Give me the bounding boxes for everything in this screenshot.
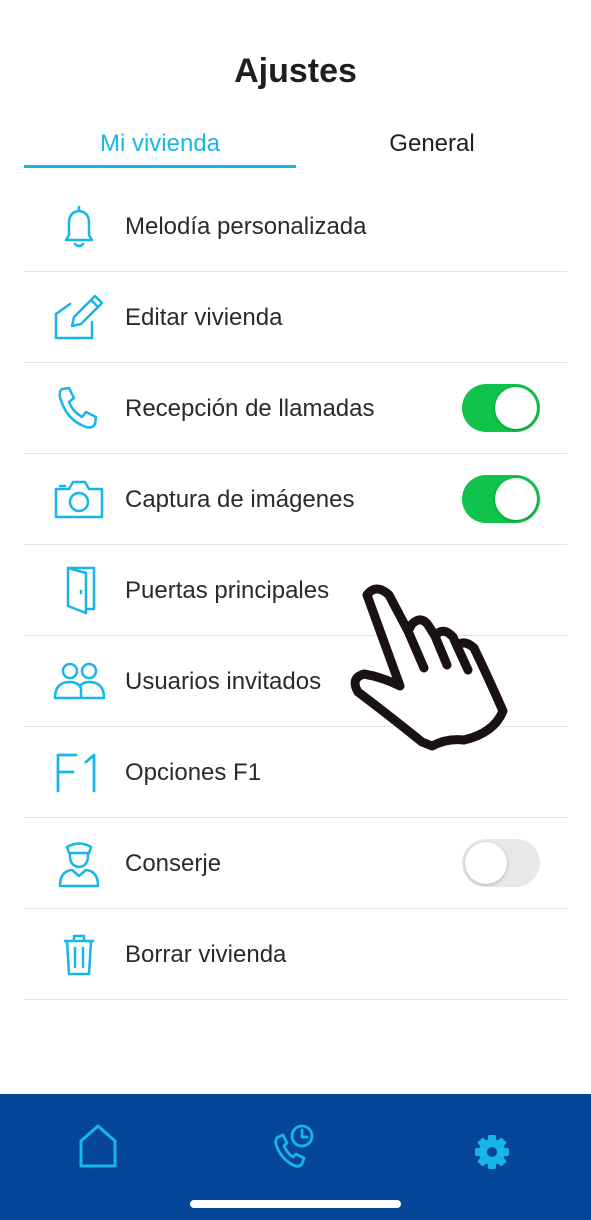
toggle-knob [495, 387, 537, 429]
concierge-icon [52, 838, 106, 888]
nav-call-history[interactable] [265, 1114, 325, 1174]
recepcion-llamadas-toggle[interactable] [462, 384, 540, 432]
settings-item-label: Opciones F1 [125, 759, 262, 786]
captura-imagenes-toggle[interactable] [462, 475, 540, 523]
f1-icon [52, 747, 106, 797]
trash-icon [52, 929, 106, 979]
settings-item-label: Captura de imágenes [125, 486, 355, 513]
nav-home[interactable] [68, 1114, 128, 1174]
settings-item-conserje[interactable]: Conserje [24, 818, 567, 909]
bell-icon [52, 201, 106, 251]
tab-general[interactable]: General [296, 118, 568, 170]
users-icon [52, 656, 106, 706]
settings-item-captura[interactable]: Captura de imágenes [24, 454, 567, 545]
settings-item-melodia[interactable]: Melodía personalizada [24, 181, 567, 272]
phone-icon [52, 383, 106, 433]
home-icon [68, 1124, 128, 1178]
toggle-knob [465, 842, 507, 884]
settings-item-borrar[interactable]: Borrar vivienda [24, 909, 567, 1000]
camera-icon [52, 474, 106, 524]
nav-settings[interactable] [462, 1114, 522, 1174]
home-indicator [190, 1200, 401, 1208]
active-tab-indicator [24, 165, 296, 168]
conserje-toggle[interactable] [462, 839, 540, 887]
settings-item-label: Conserje [125, 850, 222, 877]
settings-item-label: Recepción de llamadas [125, 395, 375, 422]
settings-item-label: Melodía personalizada [125, 213, 367, 240]
edit-icon [52, 292, 106, 342]
settings-item-recepcion[interactable]: Recepción de llamadas [24, 363, 567, 454]
settings-item-editar[interactable]: Editar vivienda [24, 272, 567, 363]
call-history-icon [265, 1124, 325, 1178]
toggle-knob [495, 478, 537, 520]
settings-item-label: Usuarios invitados [125, 668, 322, 695]
settings-gear-icon [462, 1135, 522, 1178]
page-title: Ajustes [234, 52, 357, 90]
tab-bar: Mi vivienda General [24, 118, 567, 170]
door-icon [52, 565, 106, 615]
settings-item-label: Puertas principales [125, 577, 330, 604]
pointing-hand-icon [340, 578, 515, 753]
settings-item-label: Borrar vivienda [125, 941, 287, 968]
tab-mi-vivienda[interactable]: Mi vivienda [24, 118, 296, 170]
settings-item-label: Editar vivienda [125, 304, 283, 331]
